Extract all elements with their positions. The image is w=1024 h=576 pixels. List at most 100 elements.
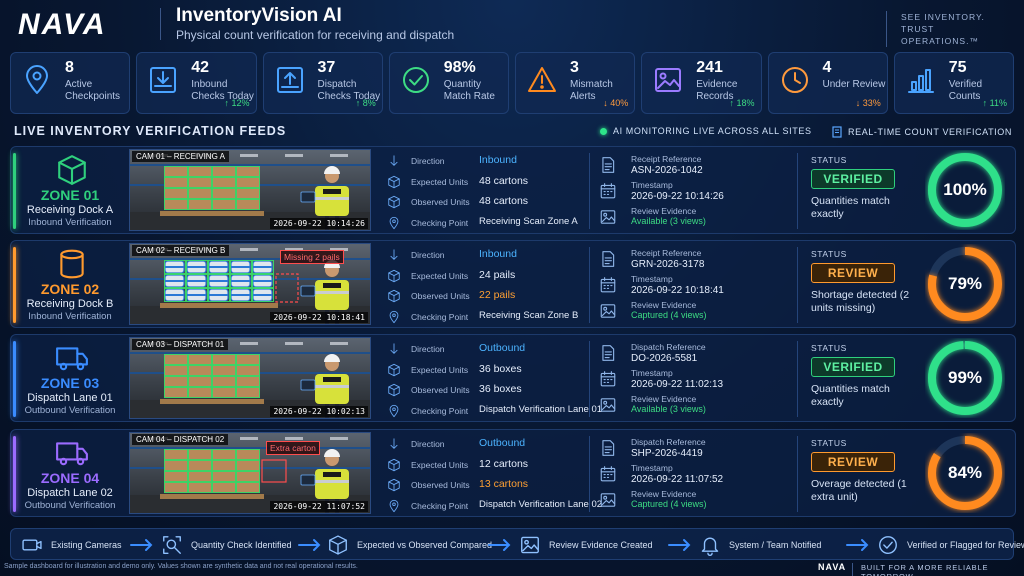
flow-arrow-icon [845, 538, 871, 552]
carton [188, 376, 212, 387]
carton [188, 460, 212, 471]
cube-icon [387, 458, 401, 472]
zone-type: Outbound Verification [24, 500, 116, 511]
image-icon [599, 491, 617, 509]
zone-row[interactable]: ZONE 04 Dispatch Lane 02 Outbound Verifica… [10, 429, 1016, 517]
pail-band [187, 294, 206, 296]
rack-beam [130, 352, 370, 354]
checking-point-field: Checking Point Dispatch Verification Lane… [381, 401, 602, 421]
carton [212, 460, 236, 471]
kpi-card[interactable]: 8 Active Checkpoints [10, 52, 131, 114]
cube-icon [387, 289, 401, 303]
warning-triangle-icon [526, 63, 558, 97]
carton [188, 188, 212, 199]
kpi-card[interactable]: 75 Verified Counts ↑ 11% [893, 52, 1014, 114]
clock-icon [779, 63, 811, 97]
carton [164, 199, 188, 210]
workflow-step[interactable]: Review Evidence Created [519, 529, 653, 561]
kpi-delta: ↓ 40% [603, 98, 629, 108]
column-divider [589, 153, 590, 229]
arrow-down-icon [387, 154, 401, 168]
timestamp-value: 2026-09-22 11:07:52 [631, 474, 724, 485]
flow-arrow-icon [667, 538, 693, 552]
direction-field: Direction Inbound [381, 151, 589, 171]
carton [212, 199, 236, 210]
carton [164, 177, 188, 188]
live-dot-icon [600, 127, 607, 135]
checking-point-field: Checking Point Receiving Scan Zone A [381, 213, 589, 233]
location-pin-icon [21, 63, 53, 97]
workflow-step[interactable]: Expected vs Observed Compared [327, 529, 492, 561]
expected-units-label: Expected Units [411, 364, 469, 375]
image-icon [519, 534, 541, 556]
status-badge[interactable]: REVIEW [811, 263, 895, 283]
checking-point-value: Receiving Scan Zone B [479, 309, 579, 321]
camera-feed[interactable]: CAM 04 – DISPATCH 02 2026-09-22 11:07:52 E… [129, 432, 371, 514]
carton [236, 449, 260, 460]
review-evidence-value: Available (3 views) [631, 404, 706, 414]
workflow-step-label: Quantity Check Identified [191, 540, 292, 550]
timestamp-label: Timestamp [631, 180, 673, 190]
workflow-step[interactable]: Verified or Flagged for Review [877, 529, 1024, 561]
document-icon [599, 344, 617, 362]
carton [236, 177, 260, 188]
timestamp-value: 2026-09-22 10:18:41 [631, 285, 724, 296]
ceiling-light [240, 248, 258, 251]
workflow-step-label: Review Evidence Created [549, 540, 653, 550]
zone-row[interactable]: ZONE 02 Receiving Dock B Inbound Verificat… [10, 240, 1016, 328]
workflow-step[interactable]: System / Team Notified [699, 529, 821, 561]
carton [188, 387, 212, 398]
camera-feed[interactable]: CAM 01 – RECEIVING A 2026-09-22 10:14:26 [129, 149, 371, 231]
status-badge[interactable]: VERIFIED [811, 357, 895, 377]
carton [164, 376, 188, 387]
reference-value: ASN-2026-1042 [631, 165, 703, 176]
footer-logo: NAVA [818, 562, 847, 572]
document-icon [832, 126, 842, 138]
observed-units-label: Observed Units [411, 197, 470, 207]
carton [236, 471, 260, 482]
expected-units-value: 12 cartons [479, 457, 529, 470]
carton [164, 387, 188, 398]
zone-location: Dispatch Lane 02 [27, 487, 113, 499]
zone-row[interactable]: ZONE 03 Dispatch Lane 01 Outbound Verifica… [10, 334, 1016, 422]
carton [236, 354, 260, 365]
kpi-delta: ↑ 18% [729, 98, 755, 108]
review-evidence-label: Review Evidence [631, 300, 697, 310]
zone-row[interactable]: ZONE 01 Receiving Dock A Inbound Verificat… [10, 146, 1016, 234]
document-icon [599, 439, 617, 457]
kpi-card[interactable]: 4 Under Review ↓ 33% [767, 52, 888, 114]
carton [164, 365, 188, 376]
carton [236, 376, 260, 387]
status-badge[interactable]: VERIFIED [811, 169, 895, 189]
kpi-card[interactable]: 241 Evidence Records ↑ 18% [641, 52, 762, 114]
direction-label: Direction [411, 156, 445, 166]
kpi-card[interactable]: 3 Mismatch Alerts ↓ 40% [515, 52, 636, 114]
truck-icon [51, 436, 93, 470]
kpi-card[interactable]: 98% Quantity Match Rate [388, 52, 509, 114]
review-evidence-label: Review Evidence [631, 206, 697, 216]
header-tagline: SEE INVENTORY. TRUST OPERATIONS.™ [886, 11, 1006, 47]
flow-arrow-icon [297, 538, 323, 552]
status-badge[interactable]: REVIEW [811, 452, 895, 472]
camera-feed[interactable]: CAM 02 – RECEIVING B 2026-09-22 10:18:41 M… [129, 243, 371, 325]
pallet [160, 399, 264, 404]
workflow-step[interactable]: Quantity Check Identified [161, 529, 292, 561]
carton [188, 482, 212, 493]
vest-badge [323, 377, 341, 382]
workflow-step[interactable]: Existing Cameras [21, 529, 122, 561]
camera-feed[interactable]: CAM 03 – DISPATCH 01 2026-09-22 10:02:13 [129, 337, 371, 419]
ceiling-light [330, 437, 348, 440]
column-divider [589, 341, 590, 417]
reference-label: Dispatch Reference [631, 437, 706, 447]
pail-band [187, 280, 206, 282]
verification-details: Direction Inbound Expected Units 48 cartons… [381, 149, 589, 231]
timestamp-label: Timestamp [631, 368, 673, 378]
ceiling-light [240, 342, 258, 345]
inbound-tray-icon [147, 63, 179, 97]
carton [236, 482, 260, 493]
kpi-card[interactable]: 37 Dispatch Checks Today ↑ 8% [262, 52, 383, 114]
reference-details: Dispatch Reference DO-2026-5581 Timestamp 2… [595, 337, 791, 419]
status-panel: STATUS VERIFIED Quantities match exactly [811, 149, 923, 231]
kpi-card[interactable]: 42 Inbound Checks Today ↑ 12% [136, 52, 257, 114]
status-panel: STATUS REVIEW Shortage detected (2 units m… [811, 243, 923, 325]
